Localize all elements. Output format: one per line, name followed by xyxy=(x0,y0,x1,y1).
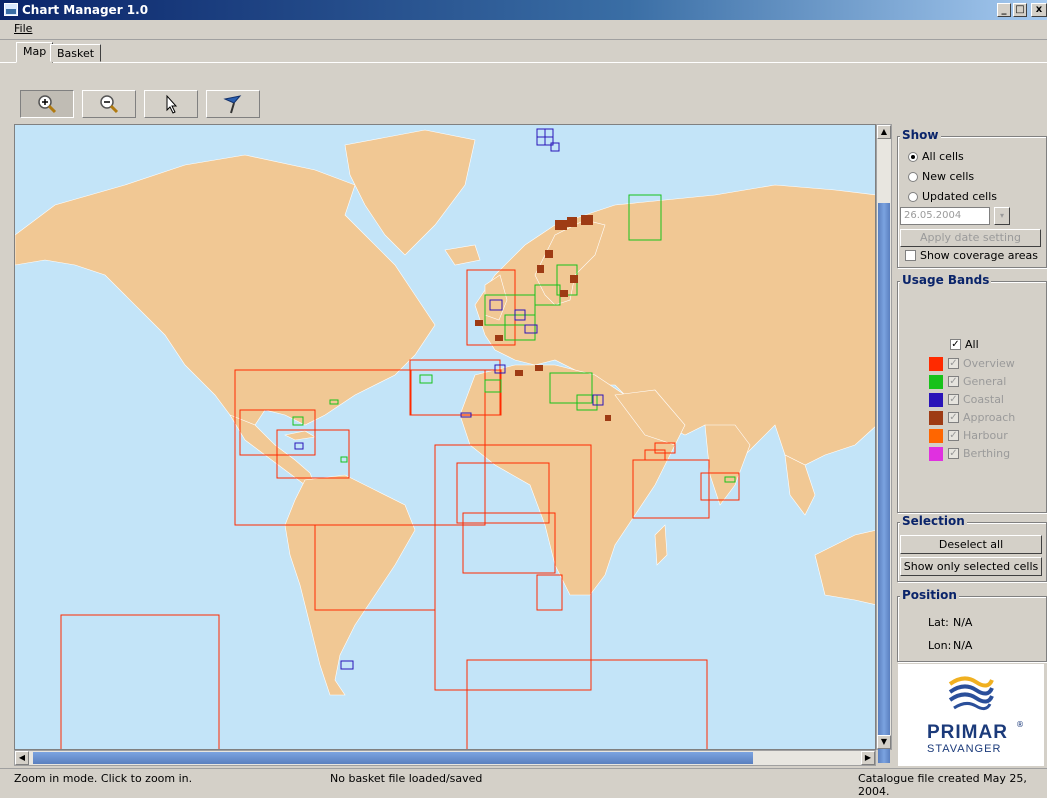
radio-all-cells[interactable] xyxy=(908,152,918,162)
approach-label: Approach xyxy=(963,411,1016,424)
close-button[interactable]: x xyxy=(1031,3,1047,17)
general-swatch xyxy=(929,375,943,389)
label-updated-cells: Updated cells xyxy=(922,190,997,203)
scroll-left-arrow-icon[interactable]: ◀ xyxy=(15,751,29,765)
horizontal-scrollbar[interactable]: ◀ ▶ xyxy=(14,750,876,766)
lat-label: Lat: xyxy=(928,616,949,629)
harbour-swatch xyxy=(929,429,943,443)
position-group xyxy=(897,596,1047,662)
berthing-label: Berthing xyxy=(963,447,1011,460)
select-button[interactable] xyxy=(144,90,198,118)
scroll-up-arrow-icon[interactable]: ▲ xyxy=(877,125,891,139)
maximize-button[interactable]: □ xyxy=(1013,3,1027,17)
tab-map[interactable]: Map xyxy=(16,42,54,63)
world-map[interactable] xyxy=(15,125,876,750)
show-title: Show xyxy=(900,128,941,142)
scroll-right-arrow-icon[interactable]: ▶ xyxy=(861,751,875,765)
approach-swatch xyxy=(929,411,943,425)
label-all-cells: All cells xyxy=(922,150,964,163)
show-selected-button[interactable]: Show only selected cells xyxy=(900,557,1042,576)
tab-basket[interactable]: Basket xyxy=(50,44,102,62)
zoom-out-icon xyxy=(100,95,119,114)
minimize-button[interactable]: _ xyxy=(997,3,1011,17)
status-catalogue: Catalogue file created May 25, 2004. xyxy=(858,772,1027,798)
zoom-out-button[interactable] xyxy=(82,90,136,118)
pointer-icon xyxy=(166,94,178,114)
app-icon xyxy=(4,3,18,16)
usage-bands-title: Usage Bands xyxy=(900,273,992,287)
window-title: Chart Manager 1.0 xyxy=(22,3,149,17)
radio-updated-cells[interactable] xyxy=(908,192,918,202)
coastal-checkbox[interactable]: ✓ xyxy=(948,394,959,405)
lon-label: Lon: xyxy=(928,639,952,652)
vertical-scroll-thumb[interactable] xyxy=(878,203,890,763)
harbour-checkbox[interactable]: ✓ xyxy=(948,430,959,441)
all-bands-checkbox[interactable]: ✓ xyxy=(950,339,961,350)
coastal-swatch xyxy=(929,393,943,407)
logo-primar-text: PRIMAR xyxy=(927,722,1008,743)
lon-value: N/A xyxy=(953,639,973,652)
title-bar xyxy=(0,0,1047,20)
overview-label: Overview xyxy=(963,357,1015,370)
selection-title: Selection xyxy=(900,514,967,528)
tab-strip-line xyxy=(0,62,1047,63)
zoom-in-icon xyxy=(38,95,57,114)
all-bands-label: All xyxy=(965,338,979,351)
general-label: General xyxy=(963,375,1007,388)
status-basket: No basket file loaded/saved xyxy=(330,772,483,785)
berthing-checkbox[interactable]: ✓ xyxy=(948,448,959,459)
overview-swatch xyxy=(929,357,943,371)
berthing-swatch xyxy=(929,447,943,461)
status-mode: Zoom in mode. Click to zoom in. xyxy=(14,772,193,785)
date-field[interactable]: 26.05.2004 xyxy=(900,207,990,225)
approach-checkbox[interactable]: ✓ xyxy=(948,412,959,423)
logo-stavanger-text: STAVANGER xyxy=(927,743,1002,755)
menu-file[interactable]: File xyxy=(14,22,32,35)
menu-bar xyxy=(0,20,1047,40)
pan-button[interactable] xyxy=(206,90,260,118)
wave-logo-icon xyxy=(948,676,994,711)
coastal-label: Coastal xyxy=(963,393,1004,406)
apply-date-button[interactable]: Apply date setting xyxy=(900,229,1041,247)
scroll-down-arrow-icon[interactable]: ▼ xyxy=(877,735,891,749)
lat-value: N/A xyxy=(953,616,973,629)
horizontal-scroll-thumb[interactable] xyxy=(33,752,753,764)
overview-checkbox[interactable]: ✓ xyxy=(948,358,959,369)
map-view[interactable] xyxy=(14,124,876,750)
pan-icon xyxy=(223,95,242,114)
deselect-all-button[interactable]: Deselect all xyxy=(900,535,1042,554)
general-checkbox[interactable]: ✓ xyxy=(948,376,959,387)
date-picker-button[interactable]: ▾ xyxy=(994,207,1010,225)
coverage-label: Show coverage areas xyxy=(920,249,1039,262)
harbour-label: Harbour xyxy=(963,429,1008,442)
vertical-scrollbar[interactable]: ▲ ▼ xyxy=(876,124,892,763)
position-title: Position xyxy=(900,588,959,602)
label-new-cells: New cells xyxy=(922,170,975,183)
zoom-in-button[interactable] xyxy=(20,90,74,118)
logo-registered-mark: ® xyxy=(1016,720,1024,729)
coverage-checkbox[interactable] xyxy=(905,250,916,261)
radio-new-cells[interactable] xyxy=(908,172,918,182)
primar-logo: PRIMAR ® STAVANGER xyxy=(898,664,1044,766)
